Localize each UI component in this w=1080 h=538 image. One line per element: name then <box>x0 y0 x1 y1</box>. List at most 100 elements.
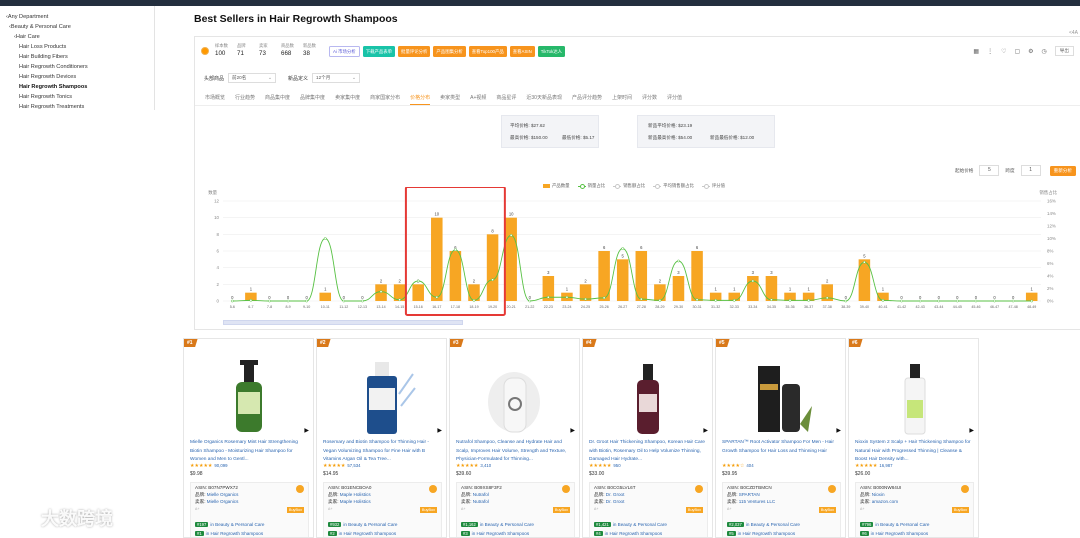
step-input[interactable]: 1 <box>1020 165 1041 176</box>
bsr-category[interactable]: in Hair Regrowth Shampoos <box>472 531 529 536</box>
product-card[interactable]: #3 ▶ Nutrafol Shampoo, Cleanse and Hydrate… <box>449 338 580 538</box>
product-image[interactable] <box>613 354 683 436</box>
seller-link[interactable]: Mielle Organics <box>207 499 239 504</box>
action-button[interactable]: Ai 市场分析 <box>329 46 360 57</box>
asin-value[interactable]: B0CG5LVL6T <box>607 485 635 490</box>
line-point[interactable] <box>770 298 773 302</box>
line-point[interactable] <box>602 296 606 300</box>
seller-link[interactable]: 115 Ventures LLC <box>739 499 775 504</box>
play-video-icon[interactable]: ▶ <box>570 427 575 434</box>
product-card[interactable]: #4 ▶ Dr. Groot Hair Thickening Shampoo, Ko… <box>582 338 713 538</box>
bsr-category[interactable]: in Beauty & Personal Care <box>746 522 800 527</box>
line-point[interactable] <box>639 297 643 301</box>
tab-item[interactable]: 评分数 <box>642 94 657 105</box>
seller-link[interactable]: Dr. Groot <box>606 499 625 504</box>
line-point[interactable] <box>509 234 513 237</box>
line-point[interactable] <box>900 299 903 303</box>
heart-icon[interactable]: ♡ <box>1001 48 1006 55</box>
line-point[interactable] <box>1030 299 1034 303</box>
line-point[interactable] <box>230 299 234 303</box>
line-point[interactable] <box>993 299 996 303</box>
tab-item[interactable]: 行业趋势 <box>235 94 255 105</box>
line-point[interactable] <box>788 299 792 302</box>
bsr-category[interactable]: in Hair Regrowth Shampoos <box>206 531 263 536</box>
bsr-category[interactable]: in Beauty & Personal Care <box>613 522 667 527</box>
product-title[interactable]: Nutrafol Shampoo, Cleanse and Hydrate Ha… <box>456 439 576 465</box>
asin-value[interactable]: B0CZDTBMCN <box>740 485 771 490</box>
bar[interactable] <box>672 276 685 301</box>
product-card[interactable]: #5 ▶ SPARTAN™ Root Activator Shampoo For M… <box>715 338 846 538</box>
line-point[interactable] <box>286 299 290 303</box>
line-point[interactable] <box>918 299 922 303</box>
line-point[interactable] <box>268 299 271 303</box>
product-image[interactable] <box>480 354 550 436</box>
product-image[interactable] <box>214 354 284 436</box>
line-point[interactable] <box>398 298 401 302</box>
bar[interactable] <box>431 217 443 301</box>
bsr-category[interactable]: in Beauty & Personal Care <box>875 522 929 527</box>
sidebar-item[interactable]: Hair Loss Products <box>0 42 154 52</box>
action-button[interactable]: TikTok达人 <box>537 46 566 57</box>
product-title[interactable]: Mielle Organics Rosemary Mint Hair Stren… <box>190 439 310 465</box>
line-point[interactable] <box>695 298 699 302</box>
tab-item[interactable]: 商品集中度 <box>265 94 290 105</box>
bsr-category[interactable]: in Beauty & Personal Care <box>210 522 264 527</box>
line-point[interactable] <box>454 248 457 252</box>
plugin-logo-icon[interactable] <box>695 485 703 493</box>
play-video-icon[interactable]: ▶ <box>836 427 841 434</box>
line-point[interactable] <box>658 299 662 302</box>
seller-link[interactable]: amazon.com <box>872 499 898 504</box>
action-button[interactable]: 查看Top100产品 <box>468 46 507 57</box>
brand-link[interactable]: Mielle Organics <box>207 492 239 497</box>
review-count[interactable]: 57,534 <box>347 463 360 468</box>
line-point[interactable] <box>955 299 959 303</box>
action-button[interactable]: 下载产品表单 <box>362 46 396 57</box>
product-card[interactable]: #6 ▶ Nioxin System 2 Scalp + Hair Thickeni… <box>848 338 979 538</box>
tab-item[interactable]: 近30天新品表现 <box>526 94 562 105</box>
plugin-logo-icon[interactable] <box>562 485 570 493</box>
brand-link[interactable]: SPARTAN <box>739 492 760 497</box>
product-title[interactable]: Dr. Groot Hair Thickening Shampoo, Korea… <box>589 439 709 465</box>
bar[interactable] <box>486 234 499 301</box>
line-point[interactable] <box>323 237 327 240</box>
line-point[interactable] <box>825 296 829 300</box>
review-count[interactable]: 950 <box>613 463 620 468</box>
reanalyze-button[interactable]: 重新分析 <box>1049 165 1076 176</box>
line-point[interactable] <box>863 260 866 264</box>
tab-item[interactable]: 品牌集中度 <box>300 94 325 105</box>
save-icon[interactable]: ▢ <box>1014 48 1020 55</box>
line-point[interactable] <box>472 299 476 302</box>
line-point[interactable] <box>974 299 978 303</box>
plugin-logo-icon[interactable] <box>429 485 437 493</box>
sidebar-item[interactable]: Hair Regrowth Conditioners <box>0 62 154 72</box>
line-point[interactable] <box>528 299 532 303</box>
history-icon[interactable]: ◷ <box>1042 48 1047 55</box>
action-button[interactable]: 查看ASIN <box>509 46 535 57</box>
product-image[interactable] <box>347 354 417 436</box>
seller-link[interactable]: Nutrafol <box>473 499 489 504</box>
line-point[interactable] <box>249 299 253 302</box>
tab-item[interactable]: 商品星评 <box>496 94 516 105</box>
product-title[interactable]: Nioxin System 2 Scalp + Hair Thickening … <box>855 439 975 465</box>
sidebar-item[interactable]: Hair Regrowth Shampoos <box>0 82 154 92</box>
tab-item[interactable]: 卖家集中度 <box>335 94 360 105</box>
asin-value[interactable]: B07N7PWX72 <box>208 485 238 490</box>
review-count[interactable]: 90,099 <box>214 463 227 468</box>
chart-zoom-scrollbar[interactable] <box>223 320 463 325</box>
period-select[interactable]: 12个月 ⌄ <box>312 73 361 83</box>
more-icon[interactable]: ⋮ <box>987 48 993 55</box>
bar[interactable] <box>691 251 703 301</box>
start-price-input[interactable]: 5 <box>979 165 1000 176</box>
tab-item[interactable]: 上架时间 <box>612 94 632 105</box>
asin-value[interactable]: B01ENCBOA0 <box>341 485 371 490</box>
product-image[interactable] <box>746 354 816 436</box>
line-point[interactable] <box>677 259 680 263</box>
tab-item[interactable]: 商家国家分布 <box>370 94 400 105</box>
bar[interactable] <box>319 292 332 301</box>
play-video-icon[interactable]: ▶ <box>304 427 309 434</box>
export-button[interactable]: 导出 <box>1054 46 1074 56</box>
play-video-icon[interactable]: ▶ <box>437 427 442 434</box>
product-card[interactable]: #2 ▶ Rosemary and Biotin Shampoo for Thinn… <box>316 338 447 538</box>
line-point[interactable] <box>342 299 346 303</box>
brand-link[interactable]: Maple Holistics <box>340 492 371 497</box>
